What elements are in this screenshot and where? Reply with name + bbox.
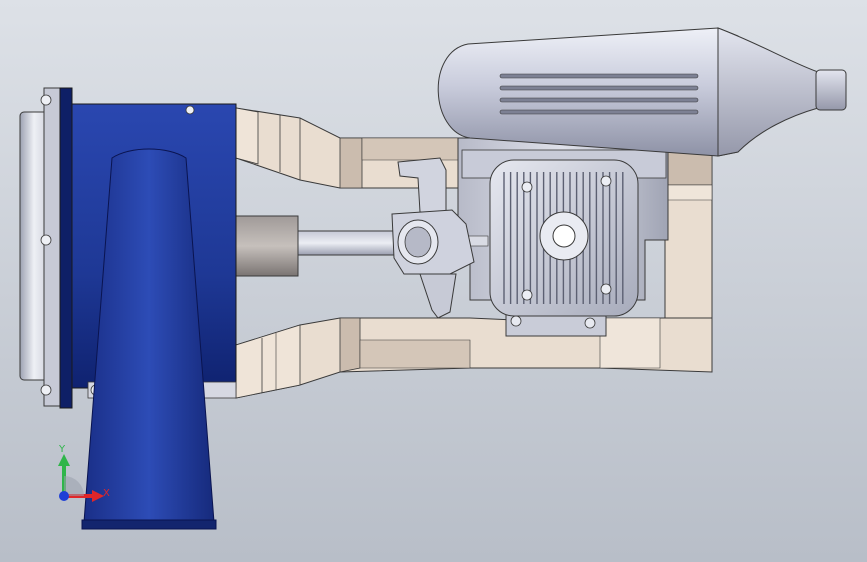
triad-z-origin-icon [59,491,69,501]
lower-mount-rail[interactable] [235,317,713,399]
flange-plate[interactable] [19,87,63,407]
shaft-coupler[interactable] [235,215,299,277]
triad-x-label: X [103,488,110,499]
muffler[interactable] [437,27,847,157]
triad-y-label: Y [58,444,66,455]
triad-y-arrow-icon [58,454,70,466]
cylinder-head[interactable] [489,159,639,317]
graphics-viewport[interactable]: Y X [0,0,867,562]
drive-shaft[interactable] [295,230,399,256]
cad-model-view[interactable]: Y X [0,0,867,562]
